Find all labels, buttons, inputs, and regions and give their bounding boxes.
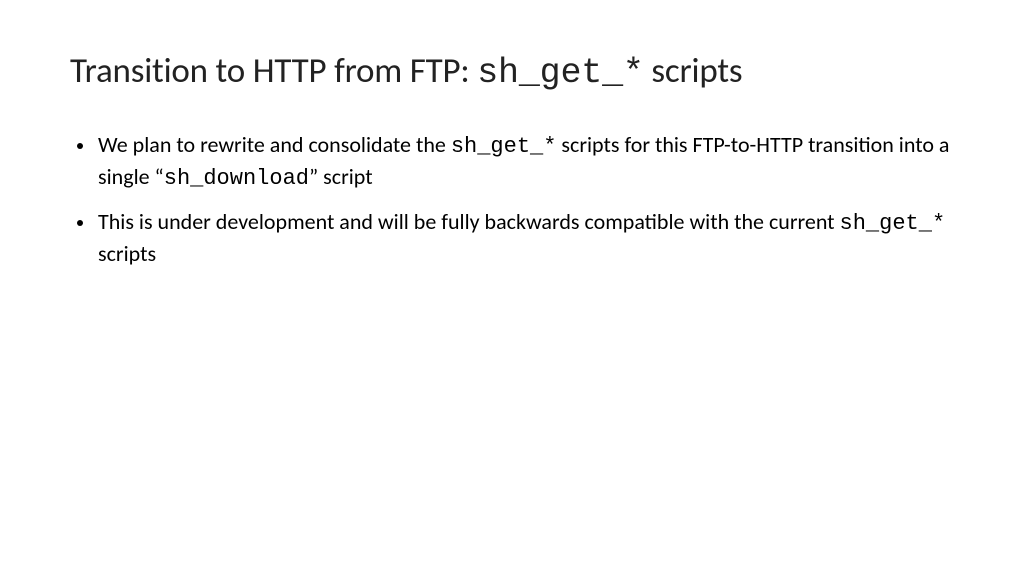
bullet-code: sh_download [164, 166, 309, 191]
title-text-post: scripts [644, 50, 743, 92]
bullet-text: We plan to rewrite and consolidate the [98, 131, 451, 158]
title-text-pre: Transition to HTTP from FTP: [70, 50, 477, 92]
bullet-text: ” script [309, 163, 373, 190]
bullet-code: sh_get_* [451, 134, 557, 159]
list-item: We plan to rewrite and consolidate the s… [96, 130, 954, 193]
bullet-text: scripts [98, 240, 156, 267]
slide-title: Transition to HTTP from FTP: sh_get_* sc… [70, 50, 954, 94]
bullet-list: We plan to rewrite and consolidate the s… [70, 130, 954, 271]
slide: Transition to HTTP from FTP: sh_get_* sc… [0, 0, 1024, 576]
list-item: This is under development and will be fu… [96, 207, 954, 270]
title-code: sh_get_* [477, 53, 643, 93]
bullet-text: This is under development and will be fu… [98, 208, 840, 235]
bullet-code: sh_get_* [840, 211, 946, 236]
